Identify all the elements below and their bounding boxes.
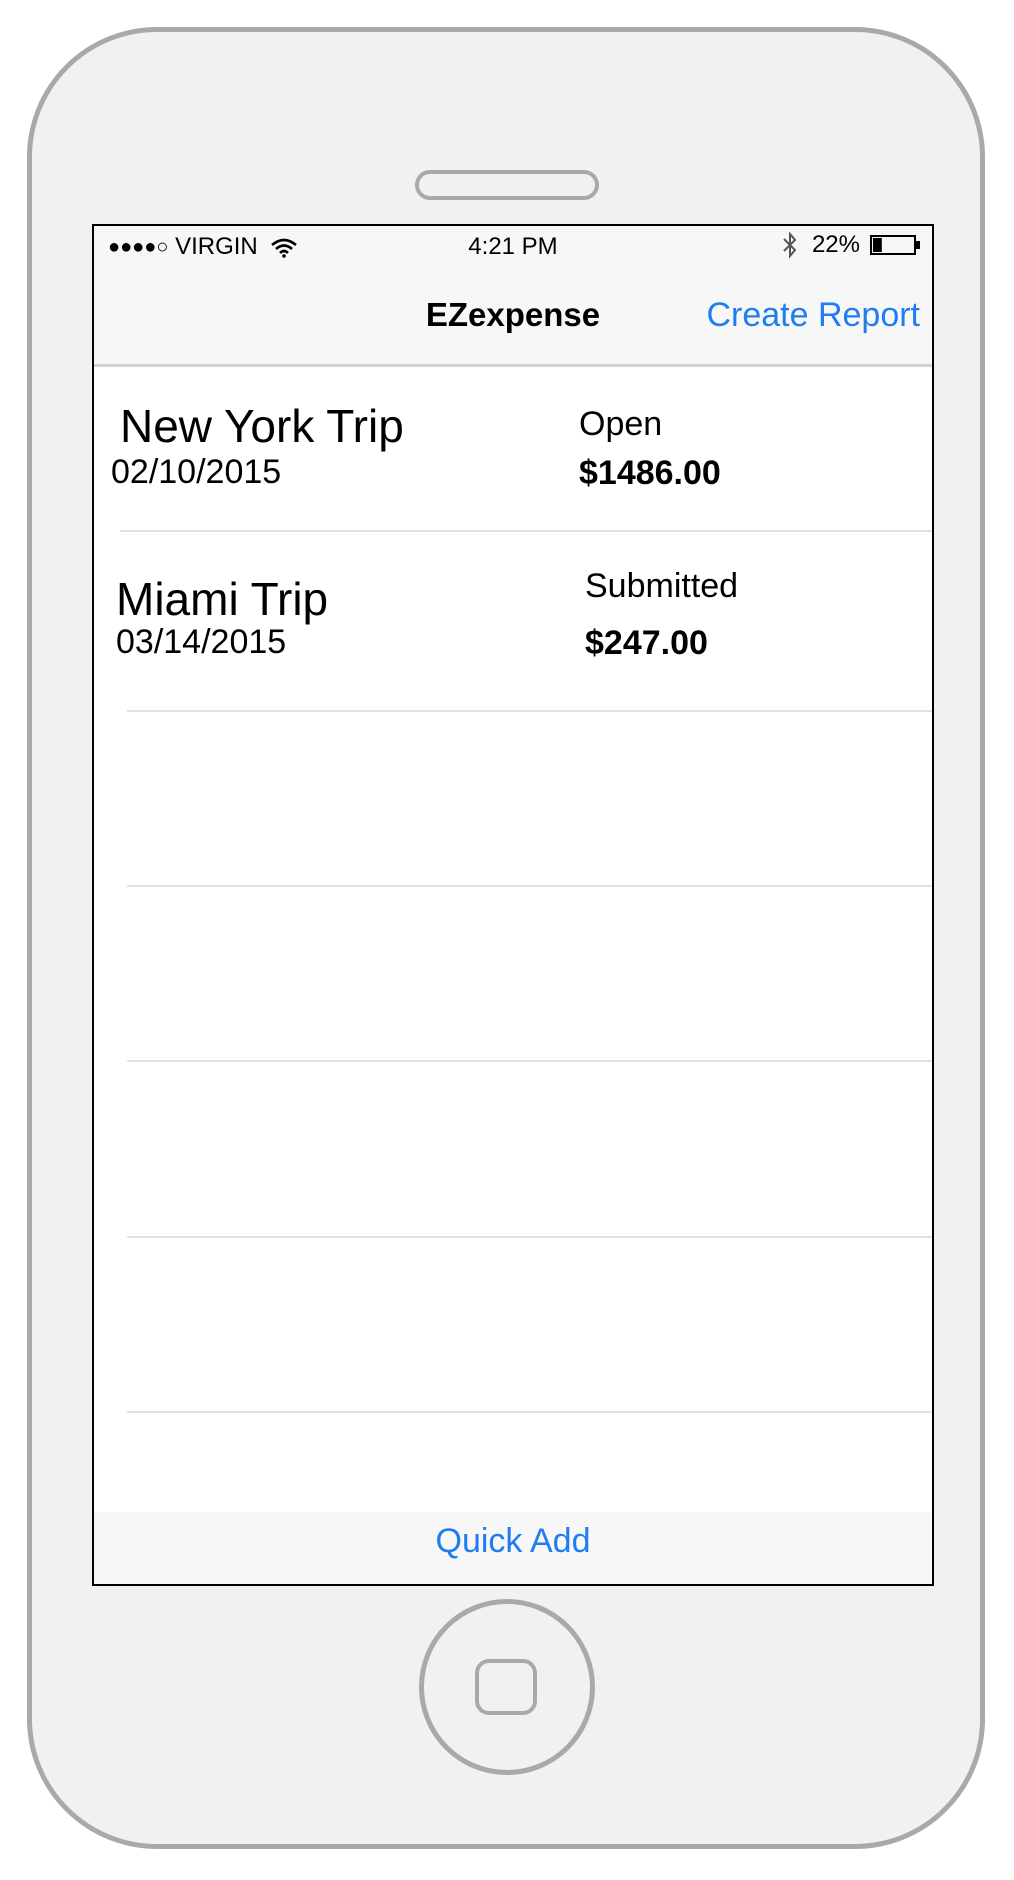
row-divider — [94, 1411, 932, 1413]
create-report-button[interactable]: Create Report — [706, 296, 920, 335]
report-name: New York Trip — [120, 400, 404, 452]
empty-row — [94, 1238, 932, 1413]
list-item[interactable]: Miami Trip 03/14/2015 Submitted $247.00 — [94, 532, 932, 712]
empty-row — [94, 712, 932, 887]
home-button-icon — [475, 1659, 537, 1715]
empty-row — [94, 887, 932, 1062]
app-screen: ●●●●○ VIRGIN 4:21 PM 22% EZexpense Creat — [92, 224, 934, 1586]
battery-icon — [870, 235, 920, 255]
speaker-slot — [415, 170, 599, 200]
navigation-bar: EZexpense Create Report — [94, 268, 932, 367]
report-status: Submitted — [585, 567, 739, 605]
list-item[interactable]: New York Trip 02/10/2015 Open $1486.00 — [94, 367, 932, 537]
report-status: Open — [579, 405, 663, 443]
battery-percent: 22% — [811, 231, 860, 258]
report-amount: $1486.00 — [579, 454, 721, 492]
report-name: Miami Trip — [116, 573, 329, 625]
quick-add-button[interactable]: Quick Add — [436, 1522, 591, 1561]
status-bar: ●●●●○ VIRGIN 4:21 PM 22% — [94, 226, 932, 268]
bluetooth-icon — [783, 231, 797, 259]
empty-row — [94, 1062, 932, 1237]
report-amount: $247.00 — [585, 624, 708, 662]
status-right: 22% — [782, 231, 922, 259]
bottom-toolbar: Quick Add — [94, 1512, 932, 1584]
report-date: 03/14/2015 — [116, 623, 287, 661]
report-date: 02/10/2015 — [111, 453, 282, 491]
